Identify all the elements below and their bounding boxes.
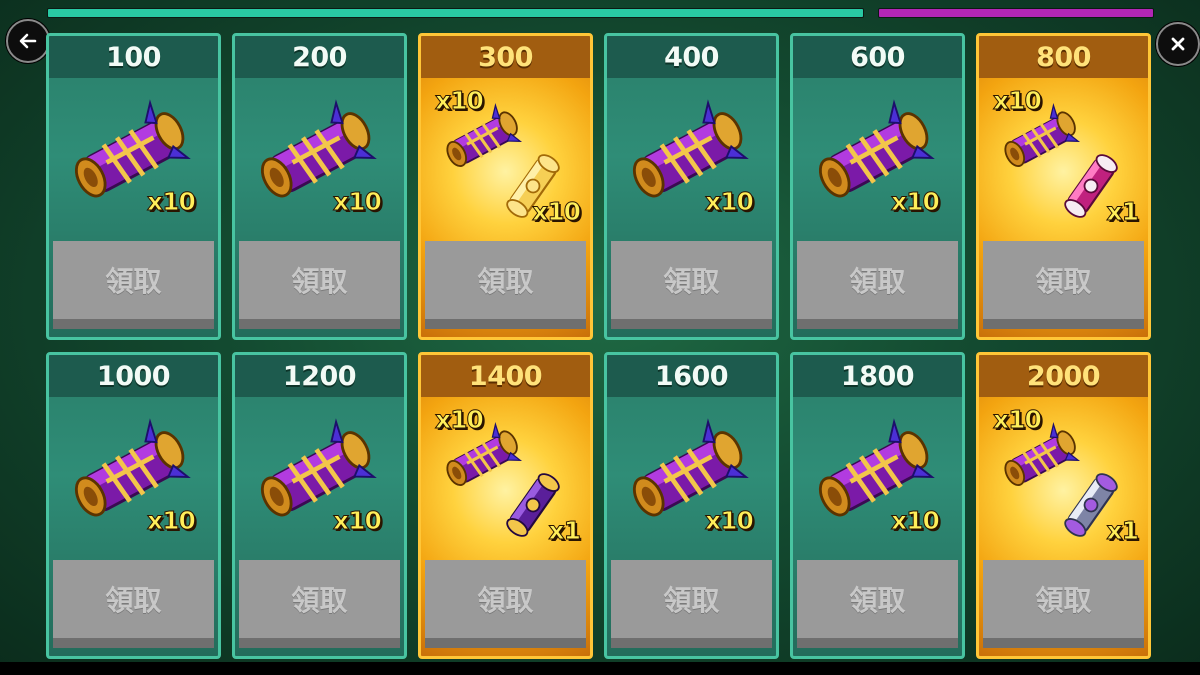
- reward-card-200: 200 x10 領取: [232, 33, 407, 340]
- reward-card-300: 300 x10 x10 領取: [418, 33, 593, 340]
- item-quantity: x10: [147, 187, 197, 217]
- claim-button[interactable]: 領取: [797, 560, 958, 648]
- item-quantity: x1: [1106, 516, 1140, 546]
- bottom-edge: [0, 662, 1200, 675]
- reward-items: x10 x10: [421, 78, 590, 241]
- reward-screen: 100 x10 領取 200 x10 領取 300 x10 x10 領取 400…: [0, 0, 1200, 675]
- reward-threshold: 1000: [49, 355, 218, 397]
- item-quantity: x10: [333, 506, 383, 536]
- reward-card-400: 400 x10 領取: [604, 33, 779, 340]
- reward-items: x10: [793, 397, 962, 560]
- claim-button[interactable]: 領取: [425, 560, 586, 648]
- reward-items: x10: [793, 78, 962, 241]
- item-quantity: x10: [435, 405, 485, 435]
- claim-button[interactable]: 領取: [611, 560, 772, 648]
- claim-button[interactable]: 領取: [239, 560, 400, 648]
- reward-items: x10: [49, 78, 218, 241]
- reward-card-1400: 1400 x10 x1 領取: [418, 352, 593, 659]
- reward-items: x10 x1: [979, 397, 1148, 560]
- reward-threshold: 2000: [979, 355, 1148, 397]
- item-quantity: x10: [705, 187, 755, 217]
- reward-threshold: 800: [979, 36, 1148, 78]
- reward-items: x10: [235, 78, 404, 241]
- reward-card-600: 600 x10 領取: [790, 33, 965, 340]
- reward-items: x10 x1: [421, 397, 590, 560]
- item-quantity: x10: [891, 506, 941, 536]
- reward-threshold: 400: [607, 36, 776, 78]
- item-quantity: x10: [891, 187, 941, 217]
- item-quantity: x10: [705, 506, 755, 536]
- item-quantity: x10: [532, 197, 582, 227]
- reward-card-800: 800 x10 x1 領取: [976, 33, 1151, 340]
- reward-threshold: 1600: [607, 355, 776, 397]
- item-quantity: x10: [993, 86, 1043, 116]
- item-quantity: x10: [147, 506, 197, 536]
- item-quantity: x10: [993, 405, 1043, 435]
- claim-button[interactable]: 領取: [53, 560, 214, 648]
- item-quantity: x1: [1106, 197, 1140, 227]
- claim-button[interactable]: 領取: [239, 241, 400, 329]
- claim-button[interactable]: 領取: [797, 241, 958, 329]
- reward-threshold: 600: [793, 36, 962, 78]
- reward-threshold: 200: [235, 36, 404, 78]
- reward-threshold: 1800: [793, 355, 962, 397]
- reward-threshold: 1400: [421, 355, 590, 397]
- reward-items: x10 x1: [979, 78, 1148, 241]
- reward-items: x10: [607, 397, 776, 560]
- reward-grid: 100 x10 領取 200 x10 領取 300 x10 x10 領取 400…: [0, 0, 1200, 675]
- reward-items: x10: [607, 78, 776, 241]
- reward-threshold: 1200: [235, 355, 404, 397]
- claim-button[interactable]: 領取: [425, 241, 586, 329]
- claim-button[interactable]: 領取: [611, 241, 772, 329]
- item-quantity: x1: [548, 516, 582, 546]
- reward-card-1200: 1200 x10 領取: [232, 352, 407, 659]
- item-quantity: x10: [435, 86, 485, 116]
- reward-threshold: 100: [49, 36, 218, 78]
- reward-card-2000: 2000 x10 x1 領取: [976, 352, 1151, 659]
- reward-card-1800: 1800 x10 領取: [790, 352, 965, 659]
- reward-card-100: 100 x10 領取: [46, 33, 221, 340]
- reward-items: x10: [235, 397, 404, 560]
- reward-card-1600: 1600 x10 領取: [604, 352, 779, 659]
- reward-card-1000: 1000 x10 領取: [46, 352, 221, 659]
- reward-items: x10: [49, 397, 218, 560]
- claim-button[interactable]: 領取: [983, 241, 1144, 329]
- claim-button[interactable]: 領取: [53, 241, 214, 329]
- reward-threshold: 300: [421, 36, 590, 78]
- item-quantity: x10: [333, 187, 383, 217]
- claim-button[interactable]: 領取: [983, 560, 1144, 648]
